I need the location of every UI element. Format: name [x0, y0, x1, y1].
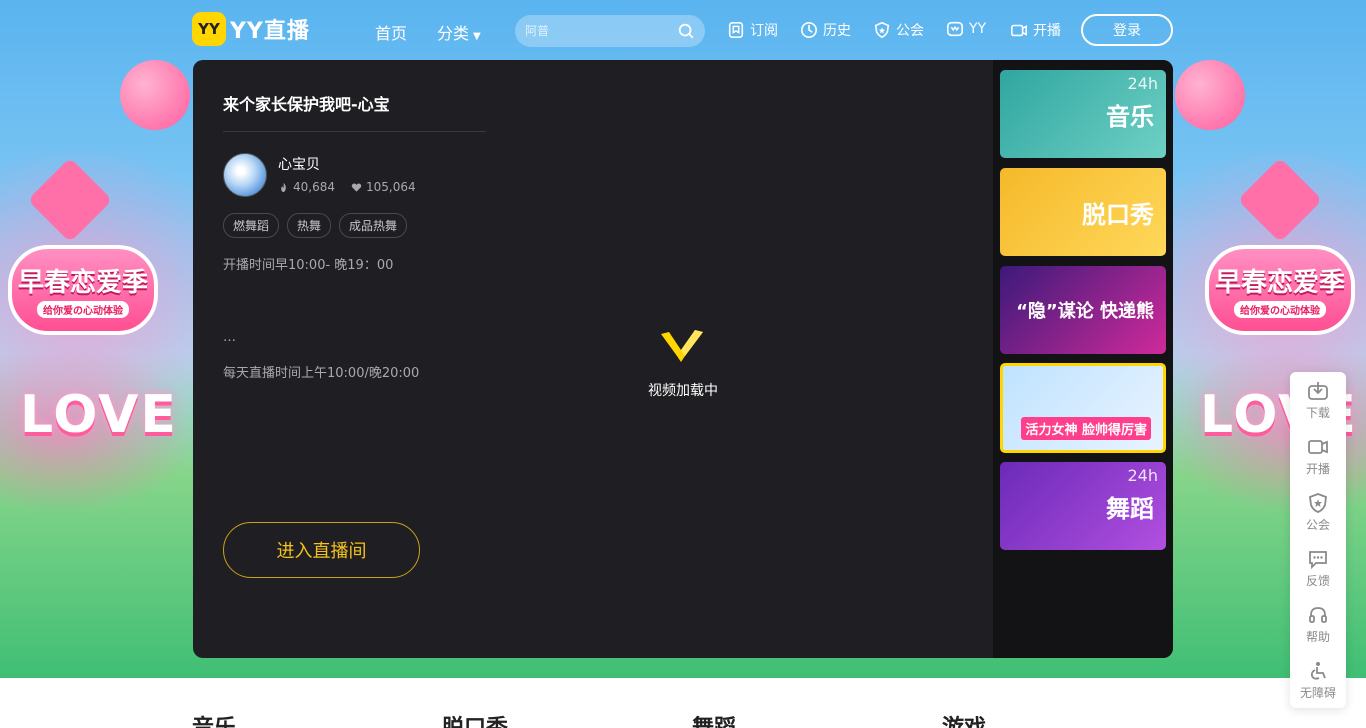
float-feedback-label: 反馈 — [1305, 573, 1330, 588]
floating-toolbar: 下载 开播 公会 反馈 帮助 无障碍 — [1290, 372, 1346, 708]
shield-icon — [1309, 492, 1327, 513]
promo-badge-subtitle: 给你爱の心动体验 — [37, 301, 129, 318]
headset-icon — [1309, 606, 1327, 623]
recommend-thumb-talkshow[interactable]: 脱口秀 — [1000, 168, 1166, 256]
login-button[interactable]: 登录 — [1081, 14, 1173, 46]
search-box — [515, 15, 705, 47]
thumb-label: 音乐 — [1106, 102, 1154, 131]
float-download-label: 下载 — [1305, 405, 1330, 420]
top-broadcast[interactable]: 开播 — [1010, 20, 1061, 40]
avatar[interactable] — [223, 153, 267, 197]
top-history[interactable]: 历史 — [800, 20, 851, 40]
balloon-decoration — [120, 60, 190, 130]
room-info: 来个家长保护我吧-心宝 心宝贝 40,684 105,064 燃舞蹈 热舞 成品… — [223, 60, 486, 658]
top-subscribe-label: 订阅 — [750, 23, 778, 39]
clock-icon — [800, 21, 818, 39]
recommend-thumb-music[interactable]: 24h 音乐 — [1000, 70, 1166, 158]
promo-badge-subtitle: 给你爱の心动体验 — [1234, 301, 1326, 318]
search-icon[interactable] — [677, 22, 695, 40]
float-download[interactable]: 下载 — [1290, 372, 1346, 428]
thumb-hours: 24h — [1127, 74, 1159, 93]
chevron-down-icon: ▼ — [473, 31, 481, 42]
nav-home[interactable]: 首页 — [375, 20, 407, 44]
float-guild[interactable]: 公会 — [1290, 484, 1346, 540]
camera-icon — [1308, 439, 1328, 454]
promo-badge-left: 早春恋爱季 给你爱の心动体验 — [8, 245, 158, 335]
enter-room-button[interactable]: 进入直播间 — [223, 522, 420, 578]
float-help[interactable]: 帮助 — [1290, 596, 1346, 652]
chat-icon — [1309, 550, 1327, 569]
tag[interactable]: 成品热舞 — [339, 213, 408, 238]
heart-decoration — [27, 157, 113, 243]
download-icon — [1308, 381, 1328, 400]
promo-badge-title: 早春恋爱季 — [1214, 268, 1345, 298]
yy-icon — [946, 21, 964, 37]
nav-home-label: 首页 — [375, 24, 408, 43]
balloon-decoration — [1175, 60, 1245, 130]
recommend-thumb-dance[interactable]: 24h 舞蹈 — [1000, 462, 1166, 550]
streamer-name[interactable]: 心宝贝 — [278, 154, 320, 174]
float-accessibility[interactable]: 无障碍 — [1290, 652, 1346, 708]
logo-text: YY直播 — [230, 19, 310, 44]
search-input[interactable] — [525, 24, 665, 38]
category-title-music[interactable]: 音乐 — [192, 710, 236, 728]
top-yy[interactable]: YY — [946, 20, 986, 38]
nav-category[interactable]: 分类 ▼ — [437, 20, 481, 44]
thumb-hours: 24h — [1127, 466, 1159, 485]
recommend-thumb-bear[interactable]: “隐”谋论 快递熊 — [1000, 266, 1166, 354]
divider — [223, 131, 486, 132]
video-player[interactable]: 视频加载中 — [613, 60, 993, 658]
logo-mark: YY — [192, 12, 226, 46]
recommend-thumb-active[interactable]: 活力女神 脸帅得厉害 — [1000, 363, 1166, 453]
promo-badge-right: 早春恋爱季 给你爱の心动体验 — [1205, 245, 1355, 335]
top-guild-label: 公会 — [896, 23, 924, 39]
yy-loading-icon — [661, 330, 703, 362]
float-accessibility-label: 无障碍 — [1299, 685, 1336, 700]
like-count: 105,064 — [366, 180, 416, 194]
camera-icon — [1010, 24, 1028, 37]
thumb-label: 舞蹈 — [1106, 494, 1154, 523]
top-guild[interactable]: 公会 — [873, 20, 924, 40]
like-stat: 105,064 — [351, 180, 416, 194]
heart-icon — [351, 183, 362, 192]
shield-icon — [874, 21, 890, 39]
top-yy-label: YY — [969, 21, 987, 37]
loading-text: 视频加载中 — [648, 383, 718, 399]
thumb-label: “隐”谋论 快递熊 — [1016, 301, 1154, 322]
love-word-left: LOVE — [20, 385, 178, 445]
thumb-label: 脱口秀 — [1082, 200, 1154, 229]
room-title: 来个家长保护我吧-心宝 — [223, 95, 390, 114]
tag[interactable]: 燃舞蹈 — [223, 213, 280, 238]
accessibility-icon — [1310, 661, 1326, 680]
hot-count: 40,684 — [293, 180, 335, 194]
ellipsis-text: … — [223, 330, 236, 345]
hot-stat: 40,684 — [278, 180, 335, 194]
thumb-label: 活力女神 脸帅得厉害 — [1021, 417, 1151, 440]
float-broadcast-label: 开播 — [1305, 461, 1330, 476]
schedule-text: 开播时间早10:00- 晚19：00 — [223, 258, 394, 273]
top-subscribe[interactable]: 订阅 — [727, 20, 778, 40]
category-title-game[interactable]: 游戏 — [942, 710, 986, 728]
float-help-label: 帮助 — [1305, 629, 1330, 644]
logo[interactable]: YY YY直播 — [192, 12, 310, 46]
float-feedback[interactable]: 反馈 — [1290, 540, 1346, 596]
recommend-list: 24h 音乐 脱口秀 “隐”谋论 快递熊 活力女神 脸帅得厉害 24h 舞蹈 — [993, 60, 1173, 658]
tag[interactable]: 热舞 — [287, 213, 332, 238]
promo-badge-title: 早春恋爱季 — [17, 268, 148, 298]
heart-decoration — [1237, 157, 1323, 243]
live-preview-panel: 来个家长保护我吧-心宝 心宝贝 40,684 105,064 燃舞蹈 热舞 成品… — [193, 60, 1173, 658]
tag-list: 燃舞蹈 热舞 成品热舞 — [223, 213, 408, 238]
top-broadcast-label: 开播 — [1033, 23, 1061, 39]
bookmark-icon — [728, 21, 744, 39]
top-history-label: 历史 — [823, 23, 851, 39]
category-title-talkshow[interactable]: 脱口秀 — [442, 710, 508, 728]
float-guild-label: 公会 — [1305, 517, 1330, 532]
category-title-dance[interactable]: 舞蹈 — [692, 710, 736, 728]
nav-category-label: 分类 — [437, 24, 470, 43]
flame-icon — [281, 182, 286, 192]
daily-schedule-text: 每天直播时间上午10:00/晚20:00 — [223, 366, 420, 381]
room-stats: 40,684 105,064 — [278, 180, 416, 194]
float-broadcast[interactable]: 开播 — [1290, 428, 1346, 484]
top-header: YY YY直播 首页 分类▼ 订阅 历史 公会 YY 开播 登录 — [0, 0, 1366, 60]
